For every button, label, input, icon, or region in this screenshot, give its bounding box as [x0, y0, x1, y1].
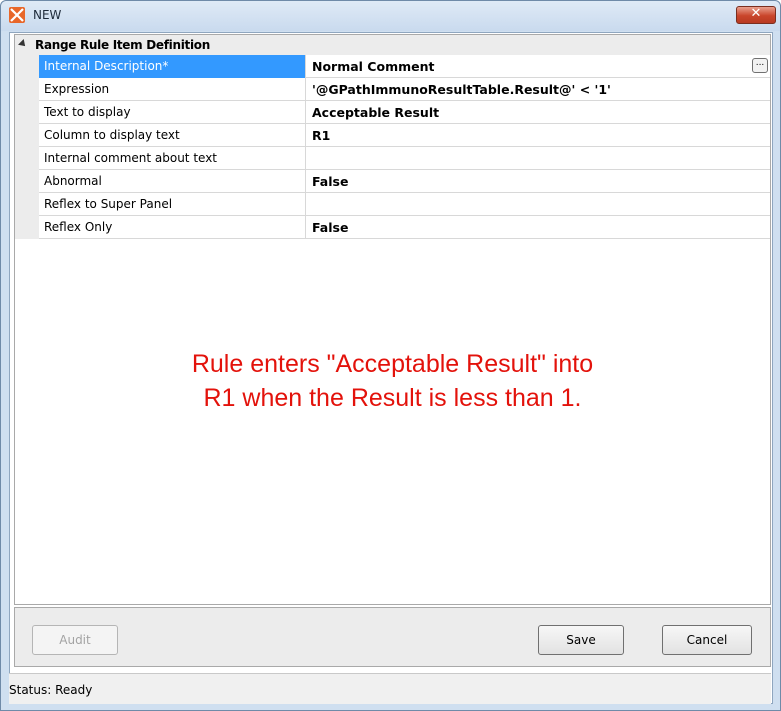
- property-row-internal-description[interactable]: Internal Description* Normal Comment ...: [15, 55, 770, 78]
- row-gutter: [15, 216, 39, 239]
- close-button[interactable]: ✕: [736, 6, 776, 24]
- property-row-expression[interactable]: Expression '@GPathImmunoResultTable.Resu…: [15, 78, 770, 101]
- row-gutter: [15, 55, 39, 78]
- property-row-reflex-to-super-panel[interactable]: Reflex to Super Panel: [15, 193, 770, 216]
- property-value[interactable]: Normal Comment: [306, 55, 770, 78]
- row-gutter: [15, 147, 39, 170]
- category-label: Range Rule Item Definition: [35, 38, 210, 52]
- property-name: Column to display text: [39, 124, 306, 147]
- row-gutter: [15, 124, 39, 147]
- row-gutter: [15, 78, 39, 101]
- title-bar[interactable]: NEW ✕: [1, 1, 780, 31]
- row-gutter: [15, 193, 39, 216]
- annotation-line-2: R1 when the Result is less than 1.: [203, 384, 582, 412]
- property-value[interactable]: False: [306, 216, 770, 239]
- property-row-internal-comment[interactable]: Internal comment about text: [15, 147, 770, 170]
- property-row-text-to-display[interactable]: Text to display Acceptable Result: [15, 101, 770, 124]
- property-name: Expression: [39, 78, 306, 101]
- property-name: Abnormal: [39, 170, 306, 193]
- save-button[interactable]: Save: [538, 625, 624, 655]
- button-bar: Audit Save Cancel: [14, 607, 771, 667]
- property-row-abnormal[interactable]: Abnormal False: [15, 170, 770, 193]
- property-name: Text to display: [39, 101, 306, 124]
- property-name: Reflex Only: [39, 216, 306, 239]
- property-rows: Internal Description* Normal Comment ...…: [15, 55, 770, 239]
- ellipsis-button[interactable]: ...: [752, 58, 768, 73]
- category-header[interactable]: Range Rule Item Definition: [15, 35, 770, 55]
- row-gutter: [15, 170, 39, 193]
- property-name: Reflex to Super Panel: [39, 193, 306, 216]
- property-value[interactable]: [306, 193, 770, 216]
- collapse-arrow-icon[interactable]: [18, 39, 28, 49]
- property-value[interactable]: '@GPathImmunoResultTable.Result@' < '1': [306, 78, 770, 101]
- property-value[interactable]: [306, 147, 770, 170]
- property-name: Internal comment about text: [39, 147, 306, 170]
- app-logo-icon: [9, 7, 25, 23]
- property-row-reflex-only[interactable]: Reflex Only False: [15, 216, 770, 239]
- property-name: Internal Description*: [39, 55, 306, 78]
- status-text: Status: Ready: [9, 683, 93, 697]
- close-icon: ✕: [750, 6, 762, 21]
- annotation-line-1: Rule enters "Acceptable Result" into: [191, 350, 594, 378]
- cancel-button[interactable]: Cancel: [662, 625, 752, 655]
- annotation-text: Rule enters "Acceptable Result" into R1 …: [15, 347, 770, 415]
- row-gutter: [15, 101, 39, 124]
- property-value[interactable]: R1: [306, 124, 770, 147]
- property-value[interactable]: False: [306, 170, 770, 193]
- property-row-column-to-display-text[interactable]: Column to display text R1: [15, 124, 770, 147]
- status-bar: Status: Ready: [9, 673, 771, 704]
- window-title: NEW: [33, 8, 62, 22]
- property-grid: Range Rule Item Definition Internal Desc…: [14, 34, 771, 605]
- audit-button[interactable]: Audit: [32, 625, 118, 655]
- property-value[interactable]: Acceptable Result: [306, 101, 770, 124]
